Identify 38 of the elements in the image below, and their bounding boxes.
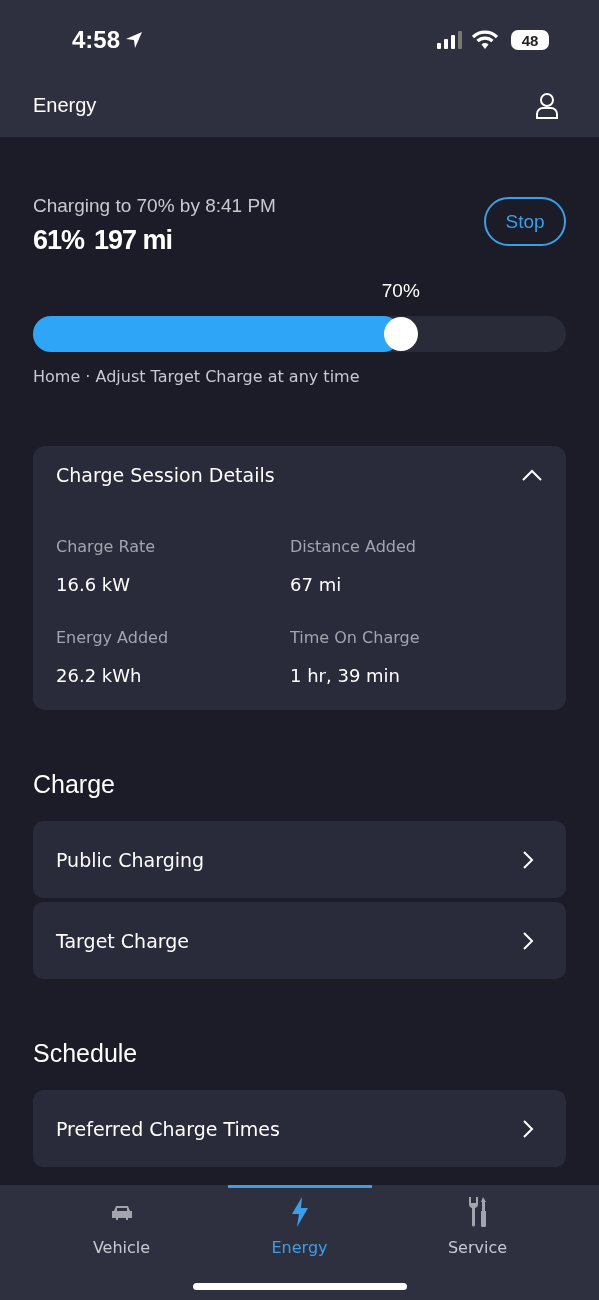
list-row[interactable]: Target Charge [33, 902, 566, 979]
tools-icon [466, 1196, 489, 1228]
battery-percent: 61% [33, 225, 85, 256]
card-title: Charge Session Details [56, 464, 275, 486]
section-heading: Charge [33, 770, 116, 799]
detail-label: Distance Added [290, 537, 418, 556]
stop-button[interactable]: Stop [484, 197, 566, 246]
clock-time: 4:58 [72, 26, 121, 54]
row-label: Public Charging [56, 848, 205, 871]
row-label: Target Charge [56, 929, 189, 952]
list-row[interactable]: Preferred Charge Times [33, 1090, 566, 1167]
tab-bar-item[interactable]: Service [405, 1185, 550, 1300]
signal-icon [437, 31, 463, 49]
battery-level: 48 [521, 31, 539, 49]
chevron-up-icon[interactable] [521, 468, 543, 482]
row-label: Preferred Charge Times [56, 1117, 280, 1140]
page-title: Energy [33, 94, 97, 117]
chevron-right-icon [522, 1118, 534, 1139]
tab-bar-item[interactable]: Vehicle [49, 1185, 194, 1300]
detail-value: 1 hr, 39 min [290, 665, 401, 686]
target-label: 70% [381, 280, 420, 302]
location-arrow-icon [124, 30, 145, 50]
detail-value: 26.2 kWh [56, 665, 143, 686]
detail-label: Time On Charge [290, 628, 421, 647]
profile-icon[interactable] [535, 91, 559, 120]
lightning-bolt-icon [289, 1196, 310, 1228]
section-heading: Schedule [33, 1039, 139, 1068]
wifi-icon [472, 30, 498, 50]
detail-label: Charge Rate [56, 537, 157, 556]
chevron-right-icon [522, 930, 534, 951]
range-text: 197 mi [94, 225, 173, 256]
chevron-right-icon [522, 849, 534, 870]
charging-status: Charging to 70% by 8:41 PM [33, 195, 276, 217]
charge-caption: Home · Adjust Target Charge at any time [33, 367, 361, 386]
detail-label: Energy Added [56, 628, 170, 647]
detail-value: 16.6 kW [56, 574, 132, 595]
list-row[interactable]: Public Charging [33, 821, 566, 898]
detail-value: 67 mi [290, 574, 343, 595]
